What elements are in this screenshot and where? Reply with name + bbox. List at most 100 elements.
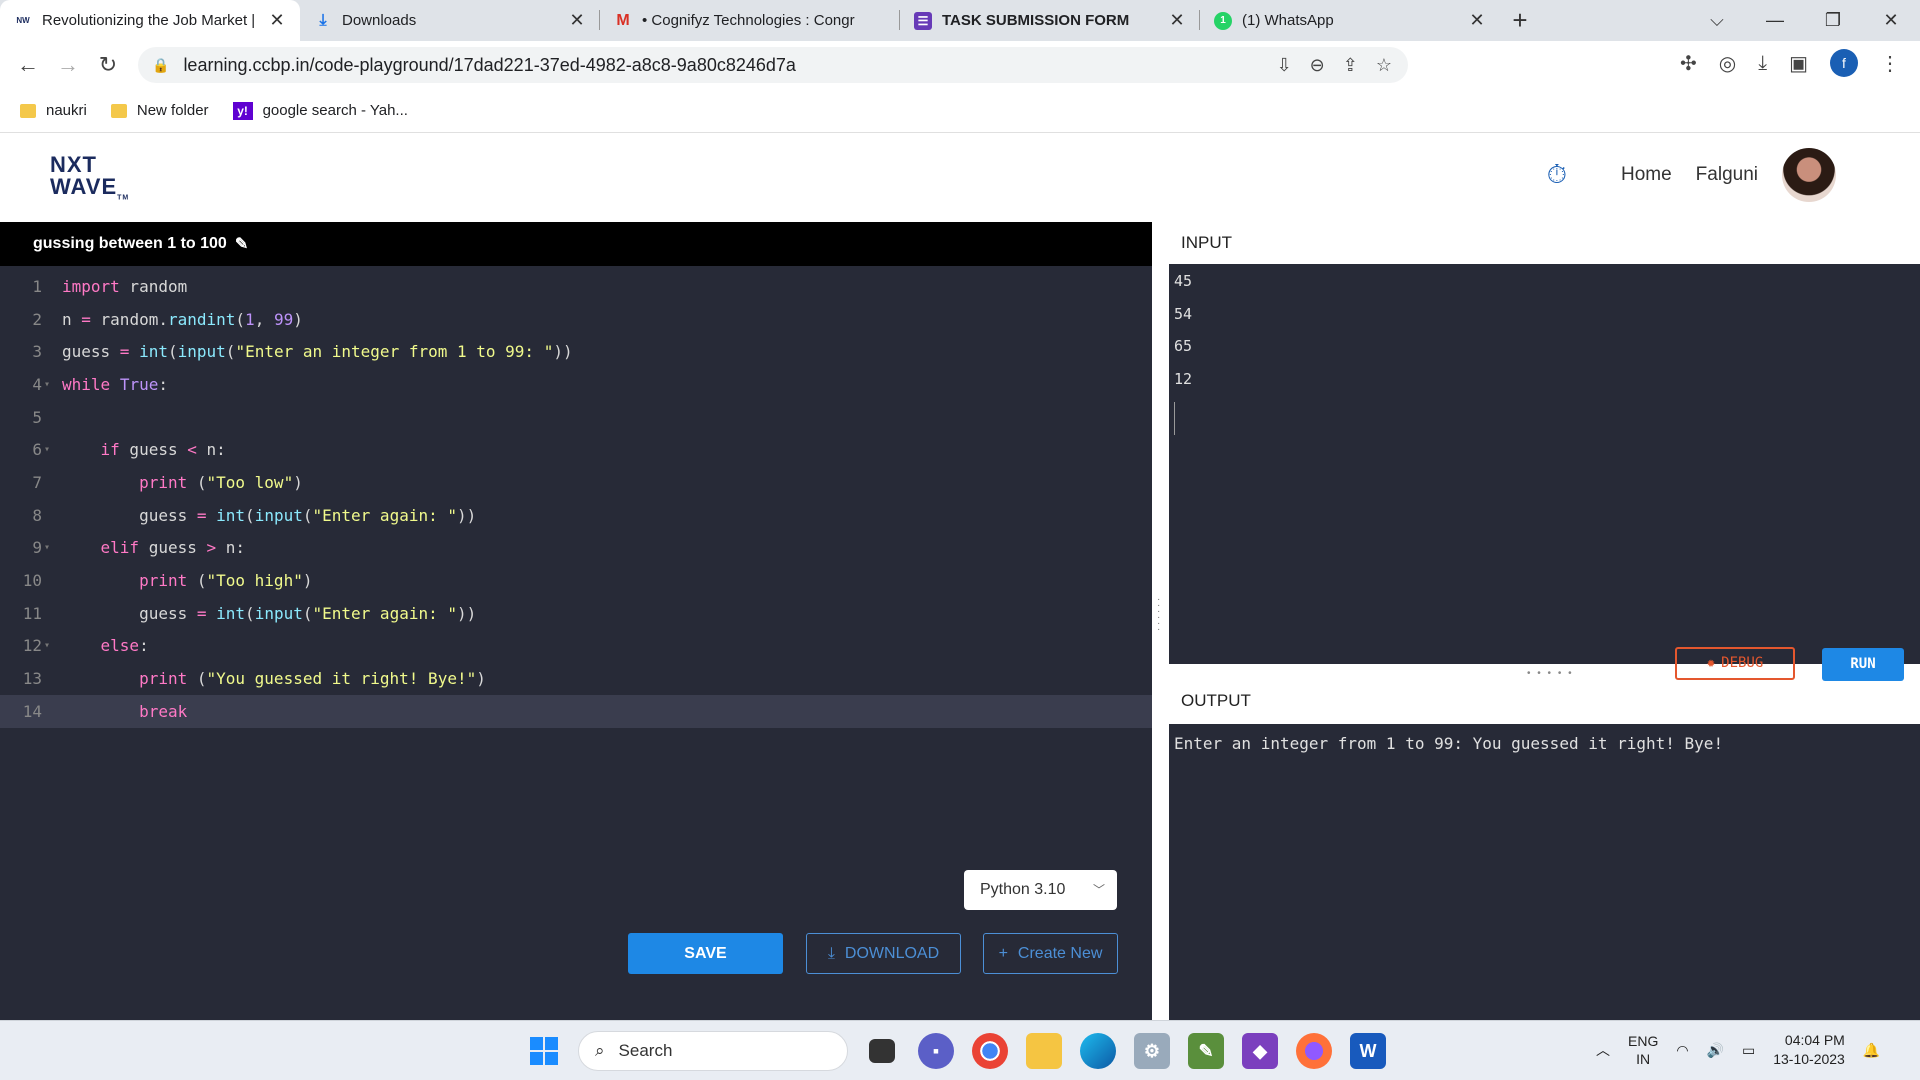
- download-button[interactable]: ⤓ DOWNLOAD: [806, 933, 961, 974]
- edge-icon[interactable]: [1080, 1033, 1116, 1069]
- python-idle-icon[interactable]: ✎: [1188, 1033, 1224, 1069]
- bookmark-label: naukri: [46, 102, 87, 119]
- bookmark-star-icon[interactable]: ☆: [1376, 55, 1392, 76]
- chrome-icon[interactable]: [972, 1033, 1008, 1069]
- download-icon: ⤓: [319, 11, 327, 29]
- language-indicator[interactable]: ENG IN: [1628, 1032, 1658, 1068]
- reload-icon[interactable]: ↻: [88, 52, 128, 78]
- window-close-icon[interactable]: ✕: [1862, 0, 1920, 41]
- vertical-resize-handle[interactable]: · · · · · ·: [1152, 222, 1169, 1020]
- folder-icon: [20, 103, 36, 118]
- close-icon[interactable]: ✕: [1168, 10, 1186, 31]
- create-new-button[interactable]: + Create New: [983, 933, 1118, 974]
- line-number: 4: [32, 374, 42, 394]
- clock[interactable]: 04:04 PM 13-10-2023: [1773, 1031, 1845, 1069]
- fold-chevron-icon[interactable]: ▾: [44, 444, 62, 455]
- run-button[interactable]: RUN: [1822, 648, 1904, 681]
- code-line[interactable]: 7 print ("Too low"): [0, 466, 1152, 499]
- app-header: NXT WAVETM ⏱ Home Falguni: [0, 134, 1920, 222]
- code-line[interactable]: 14 break: [0, 694, 1152, 728]
- word-icon[interactable]: W: [1350, 1033, 1386, 1069]
- restore-icon[interactable]: ❐: [1804, 0, 1862, 41]
- taskbar-search[interactable]: ⌕ Search: [578, 1031, 848, 1071]
- code-line[interactable]: 3 guess = int(input("Enter an integer fro…: [0, 335, 1152, 368]
- stdin-input[interactable]: 45 54 65 12 ✹ DEBUG RUN: [1169, 264, 1920, 681]
- close-icon[interactable]: ✕: [1468, 10, 1486, 31]
- new-tab-button[interactable]: +: [1500, 0, 1540, 41]
- close-icon[interactable]: ✕: [268, 10, 286, 31]
- code-line[interactable]: 6 ▾ if guess < n:: [0, 433, 1152, 466]
- code-line[interactable]: 4 ▾ while True:: [0, 368, 1152, 401]
- code-line[interactable]: 9 ▾ elif guess > n:: [0, 532, 1152, 565]
- install-app-icon[interactable]: ⇩: [1277, 55, 1292, 76]
- menu-kebab-icon[interactable]: ⋮: [1880, 51, 1900, 76]
- nxtwave-favicon-icon: NW: [14, 11, 32, 30]
- code-area[interactable]: 1 import random 2 n = random.randint(1, 99)…: [0, 270, 1152, 728]
- tab-task-form[interactable]: ☰ TASK SUBMISSION FORM ✕: [900, 0, 1200, 41]
- tab-gmail[interactable]: M • Cognifyz Technologies : Congr: [600, 0, 900, 41]
- line-number: 1: [32, 276, 42, 296]
- url-bar[interactable]: 🔒 learning.ccbp.in/code-playground/17dad…: [138, 47, 1408, 83]
- visual-studio-icon[interactable]: ◆: [1242, 1033, 1278, 1069]
- chevron-up-icon[interactable]: ︿: [1596, 1040, 1610, 1060]
- downloads-icon[interactable]: ⤓: [1758, 52, 1767, 75]
- language-select[interactable]: Python 3.10 ﹀: [964, 870, 1117, 910]
- code-line[interactable]: 12 ▾ else:: [0, 630, 1152, 663]
- user-name[interactable]: Falguni: [1696, 164, 1758, 186]
- horizontal-resize-handle[interactable]: • • • • •: [1527, 668, 1574, 679]
- fold-chevron-icon[interactable]: ▾: [44, 640, 62, 651]
- notification-bell-icon[interactable]: 🔔: [1863, 1042, 1880, 1059]
- input-line: 54: [1174, 304, 1193, 323]
- settings-gear-icon[interactable]: ⚙: [1134, 1033, 1170, 1069]
- back-arrow-icon[interactable]: ←: [8, 52, 48, 78]
- side-panel-icon[interactable]: ▣: [1789, 51, 1808, 76]
- file-explorer-icon[interactable]: [1026, 1033, 1062, 1069]
- volume-icon[interactable]: 🔊: [1707, 1042, 1724, 1059]
- code-line[interactable]: 5: [0, 401, 1152, 434]
- nxtwave-logo[interactable]: NXT WAVETM: [50, 154, 129, 209]
- tab-downloads[interactable]: ⤓ Downloads ✕: [300, 0, 600, 41]
- bookmark-new-folder[interactable]: New folder: [110, 102, 209, 119]
- extensions-puzzle-icon[interactable]: ✣: [1680, 51, 1697, 76]
- edit-pencil-icon[interactable]: ✎: [235, 234, 248, 254]
- task-view-icon[interactable]: [869, 1039, 895, 1063]
- code-line[interactable]: 1 import random: [0, 270, 1152, 303]
- line-number: 14: [22, 701, 42, 721]
- code-text: import random: [62, 276, 188, 296]
- zoom-icon[interactable]: ⊖: [1310, 55, 1325, 76]
- extension-icon[interactable]: ◎: [1719, 51, 1736, 76]
- code-text: break: [139, 701, 188, 721]
- tab-whatsapp[interactable]: 1 (1) WhatsApp ✕: [1200, 0, 1500, 41]
- battery-icon[interactable]: ▭: [1742, 1042, 1755, 1059]
- teams-chat-icon[interactable]: ▪: [918, 1033, 954, 1069]
- firefox-icon[interactable]: [1296, 1033, 1332, 1069]
- code-line[interactable]: 2 n = random.randint(1, 99): [0, 303, 1152, 336]
- fold-chevron-icon[interactable]: ▾: [44, 379, 62, 390]
- minimize-icon[interactable]: —: [1746, 0, 1804, 41]
- forward-arrow-icon[interactable]: →: [48, 52, 88, 78]
- save-button[interactable]: SAVE: [628, 933, 783, 974]
- code-line[interactable]: 8 guess = int(input("Enter again: ")): [0, 499, 1152, 532]
- bookmark-google-search[interactable]: y! google search - Yah...: [232, 101, 408, 120]
- line-number: 6: [32, 440, 42, 460]
- avatar[interactable]: [1782, 148, 1836, 202]
- code-line[interactable]: 10 print ("Too high"): [0, 564, 1152, 597]
- nav-home-link[interactable]: Home: [1621, 164, 1672, 186]
- line-number: 13: [22, 669, 42, 689]
- tab-job-market[interactable]: NW Revolutionizing the Job Market | ✕: [0, 0, 300, 41]
- stopwatch-icon[interactable]: ⏱: [1547, 159, 1567, 191]
- close-icon[interactable]: ✕: [568, 10, 586, 31]
- share-icon[interactable]: ⇪: [1343, 55, 1358, 76]
- windows-start-icon[interactable]: [530, 1037, 558, 1065]
- wifi-icon[interactable]: ◠: [1676, 1042, 1688, 1059]
- code-line[interactable]: 13 print ("You guessed it right! Bye!"): [0, 662, 1152, 695]
- bookmark-naukri[interactable]: naukri: [20, 102, 87, 119]
- profile-avatar[interactable]: f: [1830, 49, 1858, 77]
- playground-title[interactable]: gussing between 1 to 100: [33, 235, 227, 253]
- tab-search-chevron-icon[interactable]: ⌵: [1688, 0, 1746, 41]
- input-line: 12: [1174, 369, 1193, 388]
- debug-button[interactable]: ✹ DEBUG: [1675, 647, 1795, 680]
- fold-chevron-icon[interactable]: ▾: [44, 542, 62, 553]
- line-number: 2: [32, 309, 42, 329]
- code-line[interactable]: 11 guess = int(input("Enter again: ")): [0, 597, 1152, 630]
